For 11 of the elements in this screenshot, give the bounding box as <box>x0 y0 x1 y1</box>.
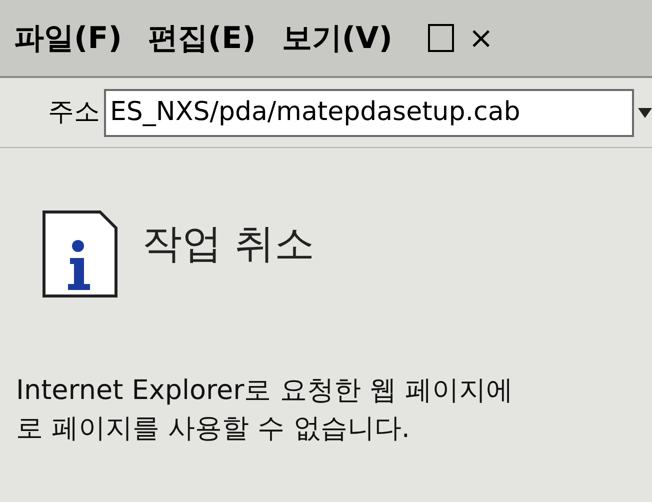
menu-item[interactable]: 편집(E) <box>148 16 256 60</box>
message-text: 로 페이지를 사용할 수 없습니다. <box>16 412 411 446</box>
message-text: Internet Explorer로 요청한 웹 페이지에 <box>16 374 514 408</box>
toolbar-icon[interactable] <box>428 24 454 52</box>
address-label: 주소 <box>48 96 100 129</box>
menu-item[interactable]: 보기(V) <box>282 16 392 60</box>
info-icon <box>40 208 120 300</box>
menu-item[interactable]: 파일(F) <box>14 16 122 60</box>
address-field[interactable]: ES_NXS/pda/matepdasetup.cab <box>104 88 634 136</box>
page-title: 작업 취소 <box>142 220 315 269</box>
close-button[interactable]: × <box>468 16 494 60</box>
